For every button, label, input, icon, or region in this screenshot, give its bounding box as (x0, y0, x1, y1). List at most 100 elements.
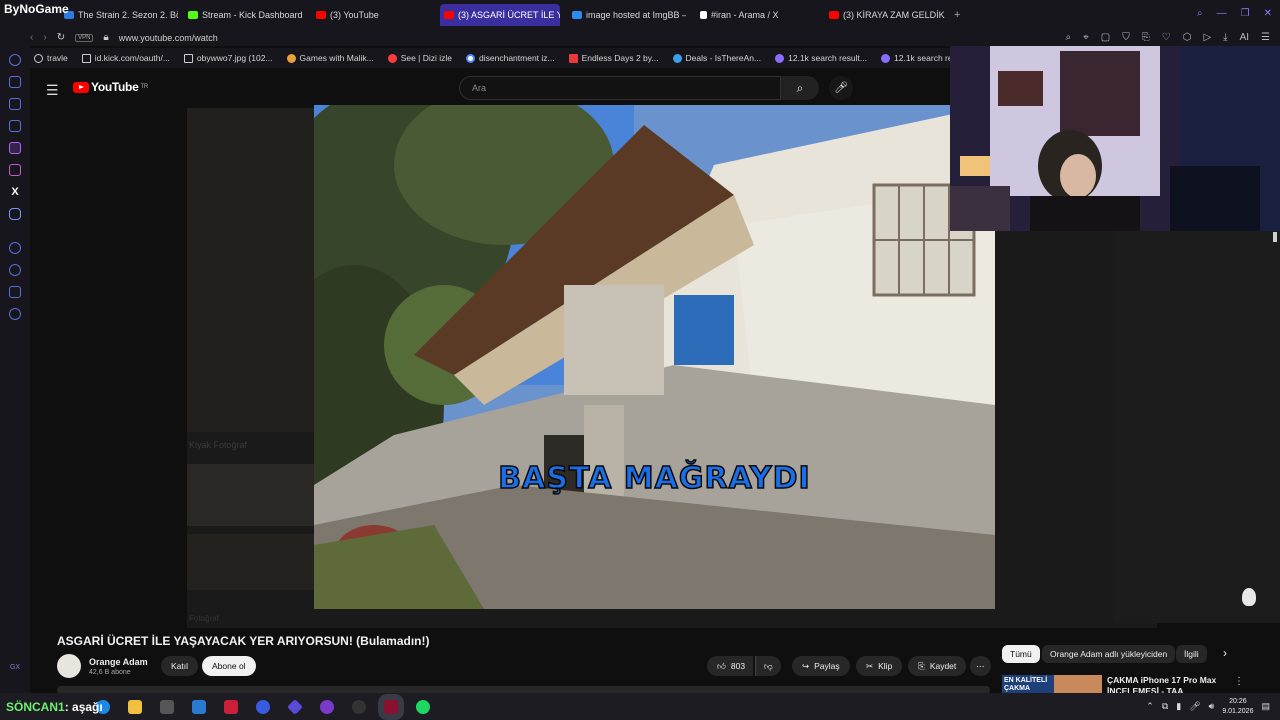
chevron-right-icon[interactable]: › (1223, 646, 1227, 660)
thumbnail-image (1054, 675, 1102, 693)
bookmark-icon[interactable]: ⎘ (1142, 32, 1150, 43)
file-explorer-icon[interactable] (128, 699, 142, 714)
dislike-button[interactable]: 👎︎ (755, 656, 781, 676)
extensions-icon[interactable] (9, 286, 21, 298)
app-icon[interactable] (256, 699, 270, 714)
chip-from-uploader[interactable]: Orange Adam adlı yükleyiciden (1042, 645, 1176, 663)
clip-button[interactable]: ✂ Klip (856, 656, 903, 676)
player-icon[interactable] (9, 242, 21, 254)
extensions-icon[interactable]: ⬡ (1183, 32, 1192, 43)
share-button[interactable]: ↪ Paylaş (792, 656, 850, 676)
bookmark-search-1[interactable]: 12.1k search result... (775, 53, 867, 63)
instagram-icon[interactable] (9, 164, 21, 176)
battery-icon[interactable]: ▮ (1176, 701, 1181, 712)
snapshot-icon[interactable]: ▢ (1101, 32, 1110, 43)
obs-icon[interactable] (352, 699, 366, 714)
notifications-icon[interactable]: ▤ (1261, 701, 1270, 712)
channel-avatar[interactable] (57, 654, 81, 678)
history-icon[interactable] (9, 264, 21, 276)
chevron-up-icon[interactable]: ⌃ (1146, 701, 1154, 712)
tab-x-search[interactable]: #iran - Arama / X (696, 4, 816, 26)
dimmed-thumbnail (187, 534, 314, 590)
x-icon[interactable]: X (9, 186, 21, 198)
tab-imgbb[interactable]: image hosted at ImgBB — (568, 4, 686, 26)
microphone-icon[interactable]: 🎤︎ (1189, 701, 1200, 712)
maximize-icon[interactable]: ❐ (1241, 8, 1250, 19)
twitch-icon[interactable] (9, 142, 21, 154)
reload-icon[interactable]: ↻ (57, 32, 65, 43)
video-player[interactable]: BAŞTA MAĞRAYDI (314, 105, 995, 609)
tab-kick-dashboard[interactable]: Stream - Kick Dashboard (184, 4, 308, 26)
tab-kiraya-zam[interactable]: (3) KİRAYA ZAM GELDİKÇ (825, 4, 945, 26)
app-icon[interactable] (320, 699, 334, 714)
heart-icon[interactable]: ♡ (1162, 32, 1171, 43)
search-icon[interactable]: ⌕ (1197, 8, 1203, 19)
channel-name[interactable]: Orange Adam (89, 657, 148, 667)
forward-icon[interactable]: › (43, 32, 46, 43)
game-icon (286, 53, 296, 63)
bookmark-search-2[interactable]: 12.1k search res (881, 53, 957, 63)
bookmark-travle[interactable]: travle (34, 53, 68, 63)
close-icon[interactable]: ✕ (1264, 8, 1272, 19)
tab-strain[interactable]: The Strain 2. Sezon 2. Bölü (60, 4, 178, 26)
settings-icon[interactable] (9, 308, 21, 320)
ai-button[interactable]: AI (1240, 32, 1249, 43)
new-tab-button[interactable]: + (950, 4, 966, 26)
bookmark-deals[interactable]: Deals - IsThereAn... (672, 53, 761, 63)
chip-all[interactable]: Tümü (1002, 645, 1040, 663)
bookmark-image[interactable]: obywwo7.jpg (102... (183, 53, 273, 63)
sidebar-store-icon[interactable] (9, 76, 21, 88)
sidebar-twitch-icon[interactable] (9, 98, 21, 110)
tab-active-video[interactable]: (3) ASGARİ ÜCRET İLE YA (440, 4, 560, 26)
search-button[interactable]: ⌕ (781, 76, 819, 100)
recommendation-title[interactable]: ÇAKMA iPhone 17 Pro Max İNCELEMESİ - TAA (1107, 675, 1247, 693)
sidebar-speed-icon[interactable] (9, 54, 21, 66)
bookmark-kick-oauth[interactable]: id.kick.com/oauth/... (81, 53, 170, 63)
vpn-badge[interactable]: VPN (75, 33, 94, 42)
sidebar-m-icon[interactable] (9, 120, 21, 132)
chip-related[interactable]: İlgili (1176, 645, 1207, 663)
like-button[interactable]: 👍︎ 803 (707, 656, 754, 676)
app-icon[interactable] (224, 699, 238, 714)
menu-icon[interactable]: ☰ (1261, 32, 1270, 43)
recommendation-thumbnail[interactable]: EN KALİTELİ ÇAKMA (1002, 675, 1102, 693)
clock[interactable]: 20:26 9.01.2026 (1222, 697, 1253, 717)
search-result-icon (881, 53, 890, 63)
description-box[interactable] (57, 686, 990, 693)
hamburger-menu-icon[interactable]: ☰ (46, 82, 59, 99)
download-icon[interactable]: ⤓ (1223, 32, 1227, 43)
bookmark-google[interactable]: disenchantment iz... (466, 53, 555, 63)
shield-icon[interactable]: ⛉ (1122, 32, 1130, 43)
thumbs-down-icon: 👎︎ (764, 660, 773, 671)
more-actions-button[interactable]: ⋯ (970, 656, 991, 676)
bookmark-dizi[interactable]: See | Dizi izle (387, 53, 452, 63)
page-icon (568, 53, 578, 63)
scrollbar-thumb[interactable] (1273, 232, 1277, 242)
search-input[interactable]: Ara (459, 76, 781, 100)
minimize-icon[interactable]: — (1217, 8, 1227, 19)
discord-icon[interactable] (9, 208, 21, 220)
zoom-icon[interactable]: ⌕ (1066, 32, 1072, 43)
url-field[interactable]: www.youtube.com/watch (119, 33, 218, 43)
save-button[interactable]: ⎘ Kaydet (908, 656, 967, 676)
network-icon[interactable]: ⧉ (1162, 701, 1168, 712)
bookmark-games[interactable]: Games with Malik... (286, 53, 374, 63)
back-icon[interactable]: ‹ (30, 32, 33, 43)
mail-icon[interactable] (192, 699, 206, 714)
join-button[interactable]: Katıl (161, 656, 199, 676)
subscribe-button[interactable]: Abone ol (202, 656, 256, 676)
channel-info[interactable]: Orange Adam 42,6 B abone (57, 654, 148, 678)
calculator-icon[interactable] (160, 699, 174, 714)
more-vert-icon[interactable]: ⋮ (1234, 676, 1244, 687)
spotify-icon[interactable] (416, 699, 430, 714)
pin-icon[interactable]: ⌖ (1083, 32, 1089, 43)
youtube-logo[interactable]: YouTube TR (73, 80, 148, 94)
imgbb-icon (572, 11, 582, 19)
opera-gx-icon[interactable] (378, 693, 404, 720)
voice-search-button[interactable]: 🎤︎ (829, 76, 853, 100)
bookmark-endless-days[interactable]: Endless Days 2 by... (568, 53, 659, 63)
speaker-icon[interactable]: 🔊︎ (1209, 701, 1215, 712)
cast-icon[interactable]: ▷ (1203, 32, 1211, 43)
tab-youtube[interactable]: (3) YouTube (312, 4, 422, 26)
app-icon[interactable] (287, 698, 303, 715)
